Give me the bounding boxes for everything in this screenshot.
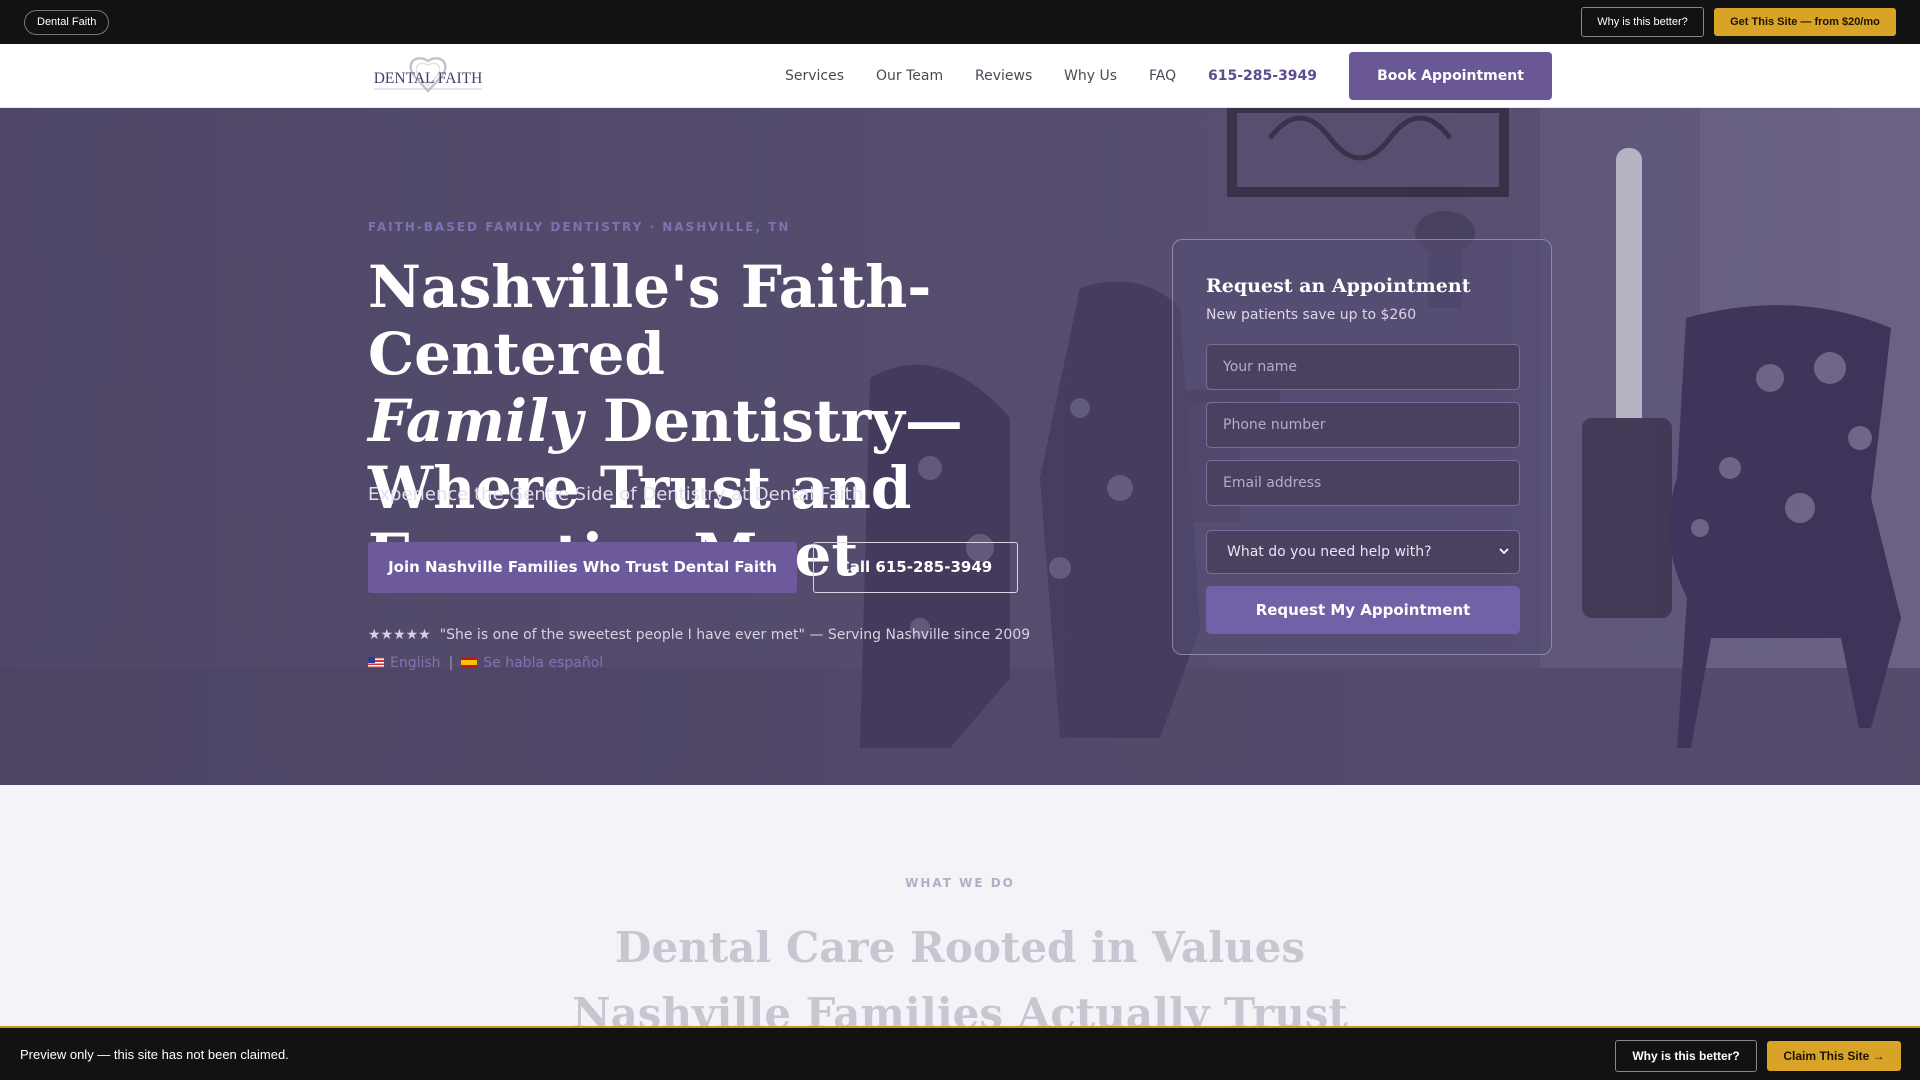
hero-subhead: Experience the Gentle Side of Dentistry … <box>368 484 864 505</box>
star-rating-icon: ★★★★★ <box>368 627 431 643</box>
section-title-line1: Dental Care Rooted in Values <box>615 923 1305 972</box>
email-input[interactable] <box>1206 460 1520 506</box>
nav-link-faq[interactable]: FAQ <box>1149 68 1176 84</box>
nav-phone-link[interactable]: 615-285-3949 <box>1208 68 1317 84</box>
name-input[interactable] <box>1206 344 1520 390</box>
headline-part1: Nashville's Faith-Centered <box>368 253 932 388</box>
phone-input[interactable] <box>1206 402 1520 448</box>
social-proof: ★★★★★ "She is one of the sweetest people… <box>368 627 1030 643</box>
nav-link-our-team[interactable]: Our Team <box>876 68 943 84</box>
logo-wordmark: DENTAL FAITH <box>374 70 483 87</box>
spain-flag-icon <box>461 657 478 668</box>
claim-bottom-bar: Preview only — this site has not been cl… <box>0 1026 1920 1080</box>
section-eyebrow: WHAT WE DO <box>905 876 1015 890</box>
claim-site-button[interactable]: Claim This Site → <box>1767 1041 1901 1071</box>
join-families-button[interactable]: Join Nashville Families Who Trust Dental… <box>368 542 797 593</box>
main-nav: DENTAL FAITH Services Our Team Reviews W… <box>0 44 1920 108</box>
lang-separator: | <box>448 655 454 671</box>
chevron-down-icon <box>1499 548 1509 555</box>
why-better-bottom-button[interactable]: Why is this better? <box>1615 1040 1757 1072</box>
site-name-pill[interactable]: Dental Faith <box>24 10 110 35</box>
dental-faith-logo[interactable]: DENTAL FAITH <box>368 56 488 96</box>
headline-emphasis: Family <box>368 387 583 455</box>
get-site-button[interactable]: Get This Site — from $20/mo <box>1714 8 1896 36</box>
what-we-do-section: WHAT WE DO Dental Care Rooted in Values … <box>0 785 1920 1038</box>
service-select[interactable]: What do you need help with? <box>1206 530 1520 574</box>
preview-notice: Preview only — this site has not been cl… <box>20 1047 289 1062</box>
form-subtitle: New patients save up to $260 <box>1206 307 1417 323</box>
us-flag-icon <box>368 657 384 668</box>
nav-link-reviews[interactable]: Reviews <box>975 68 1032 84</box>
hero-section: FAITH-BASED FAMILY DENTISTRY · NASHVILLE… <box>0 108 1920 785</box>
hero-eyebrow: FAITH-BASED FAMILY DENTISTRY · NASHVILLE… <box>368 220 791 234</box>
nav-link-services[interactable]: Services <box>785 68 844 84</box>
appointment-form-card: Request an Appointment New patients save… <box>1172 239 1552 655</box>
lang-spanish-link[interactable]: Se habla español <box>483 655 603 671</box>
book-appointment-button[interactable]: Book Appointment <box>1349 52 1552 100</box>
review-quote: "She is one of the sweetest people I hav… <box>439 627 1031 643</box>
call-phone-button[interactable]: Call 615-285-3949 <box>813 542 1018 593</box>
nav-link-why-us[interactable]: Why Us <box>1064 68 1117 84</box>
form-title: Request an Appointment <box>1206 275 1471 297</box>
hero-headline: Nashville's Faith-Centered Family Dentist… <box>368 254 1128 589</box>
preview-top-bar: Dental Faith Why is this better? Get Thi… <box>0 0 1920 44</box>
lang-english-link[interactable]: English <box>390 655 441 671</box>
service-select-value: What do you need help with? <box>1227 544 1432 560</box>
request-appointment-button[interactable]: Request My Appointment <box>1206 586 1520 634</box>
language-options: English | Se habla español <box>368 655 603 671</box>
why-better-button[interactable]: Why is this better? <box>1581 7 1704 37</box>
